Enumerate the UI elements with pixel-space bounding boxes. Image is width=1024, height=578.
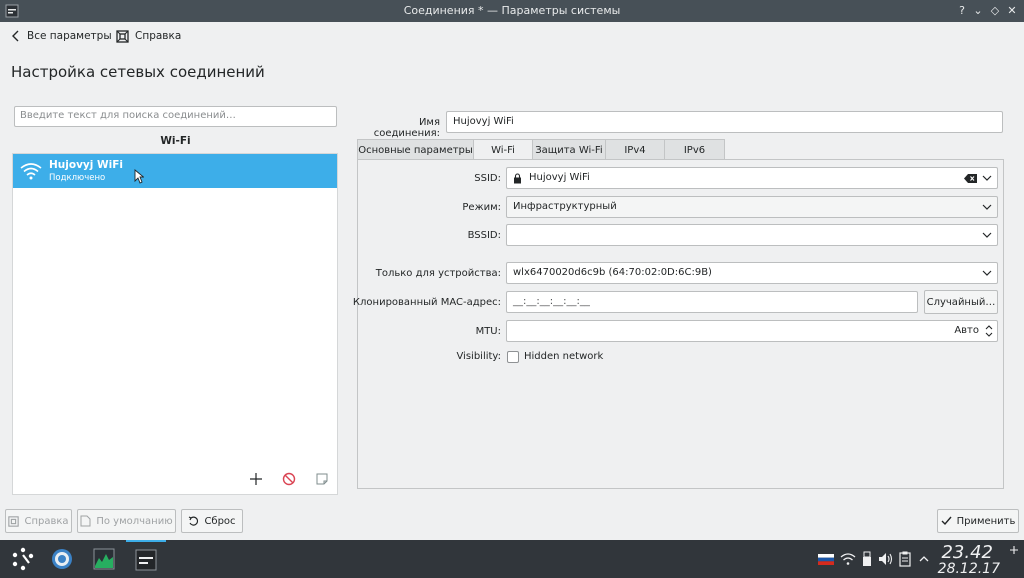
mtu-label: MTU: [475,326,501,337]
export-icon[interactable] [315,472,329,486]
apply-label: Применить [956,515,1016,527]
group-header-wifi: Wi-Fi [160,135,191,147]
reset-button[interactable]: Сброс [181,509,243,533]
window-title: Соединения * — Параметры системы [403,4,621,17]
maximize-icon[interactable]: ◇ [987,3,1003,19]
defaults-label: По умолчанию [96,515,173,527]
tab-wifi[interactable]: Wi-Fi [473,139,533,161]
chevron-down-icon [982,204,992,210]
usb-device-icon[interactable] [862,551,872,567]
list-actions [249,472,329,488]
ssid-value: Hujovyj WiFi [529,172,590,183]
spin-arrows-icon[interactable] [985,324,993,338]
clipboard-icon[interactable] [899,551,911,567]
add-icon[interactable] [249,472,263,486]
tab-wifi-security[interactable]: Защита Wi-Fi [532,139,606,160]
lifebuoy-icon [8,515,20,527]
mtu-value: Авто [954,325,979,336]
connection-search-input[interactable]: Введите текст для поиска соединений… [14,106,337,127]
mode-label: Режим: [462,202,501,213]
hidden-network-checkbox[interactable] [507,351,519,363]
visibility-label: Visibility: [456,351,501,362]
wifi-icon [20,163,42,180]
kde-launcher-icon [12,547,34,571]
notifications-arrow-icon[interactable] [918,553,930,565]
connection-list: Hujovyj WiFi Подключено [12,153,338,495]
apply-button[interactable]: Применить [937,509,1019,533]
app-launcher-button[interactable] [2,540,42,578]
defaults-button[interactable]: По умолчанию [77,509,176,533]
tab-general[interactable]: Основные параметры [357,139,474,160]
ssid-combo[interactable]: Hujovyj WiFi [506,167,998,189]
system-monitor-icon [93,548,115,570]
cloned-mac-label: Клонированный MAC-адрес: [352,297,501,308]
lock-icon [514,173,521,184]
document-default-icon [80,515,91,527]
keyboard-layout-flag-icon[interactable] [818,554,834,565]
panel-settings-icon[interactable] [1008,544,1020,574]
browser-icon [52,549,72,569]
chevron-down-icon[interactable] [982,173,992,183]
device-combo[interactable]: wlx6470020d6c9b (64:70:02:0D:6C:9B) [506,262,998,284]
mode-select[interactable]: Инфраструктурный [506,196,998,218]
page-title: Настройка сетевых соединений [11,63,265,81]
taskbar [0,540,1024,578]
mode-value: Инфраструктурный [513,201,617,212]
toolbar: Все параметры Справка [0,22,1024,50]
help-button[interactable]: Справка [116,28,181,44]
clock-time[interactable]: 23.42 [941,542,993,563]
cloned-mac-input[interactable]: __:__:__:__:__:__ [506,291,918,313]
connection-name: Hujovyj WiFi [49,159,123,171]
help-label: Справка [135,30,182,42]
list-item-connection[interactable]: Hujovyj WiFi Подключено [13,154,337,188]
clock-date[interactable]: 28.12.17 [938,561,1000,577]
tab-ipv4[interactable]: IPv4 [605,139,665,160]
back-to-all-settings-button[interactable]: Все параметры [11,28,112,44]
settings-app-icon [135,549,157,571]
task-system-monitor[interactable] [84,540,124,578]
device-label: Только для устройства: [375,268,501,279]
device-value: wlx6470020d6c9b (64:70:02:0D:6C:9B) [513,267,712,278]
chevron-down-icon [982,270,992,276]
help-question-icon[interactable]: ? [954,3,970,19]
close-icon[interactable]: ✕ [1004,3,1020,19]
wifi-tray-icon[interactable] [840,552,856,566]
bssid-combo[interactable] [506,224,998,246]
tab-ipv6[interactable]: IPv6 [664,139,725,160]
hidden-network-label[interactable]: Hidden network [524,351,603,362]
task-system-settings[interactable] [126,540,166,578]
connection-status: Подключено [49,173,106,183]
mouse-cursor-icon [134,169,144,184]
undo-icon [189,515,199,526]
ssid-label: SSID: [474,173,501,184]
mtu-spinbox[interactable]: Авто [506,320,998,342]
lifebuoy-icon [116,29,129,43]
chevron-left-icon [12,30,19,42]
back-label: Все параметры [27,30,112,42]
bssid-label: BSSID: [467,230,501,241]
window-titlebar: Соединения * — Параметры системы ? ⌄ ◇ ✕ [0,0,1024,22]
connection-name-field[interactable]: Hujovyj WiFi [446,111,1003,133]
volume-icon[interactable] [878,552,894,566]
tab-bar: Основные параметры Wi-Fi Защита Wi-Fi IP… [357,139,725,161]
connection-name-label: Имя соединения: [373,117,440,139]
task-browser[interactable] [42,540,82,578]
remove-icon[interactable] [282,472,296,486]
random-mac-button[interactable]: Случайный… [924,290,998,314]
minimize-icon[interactable]: ⌄ [970,3,986,19]
footer-help-label: Справка [24,515,69,527]
chevron-down-icon [982,232,992,238]
reset-label: Сброс [204,515,236,527]
footer-help-button[interactable]: Справка [5,509,72,533]
clear-text-icon[interactable] [964,174,977,183]
checkmark-icon [941,516,952,526]
